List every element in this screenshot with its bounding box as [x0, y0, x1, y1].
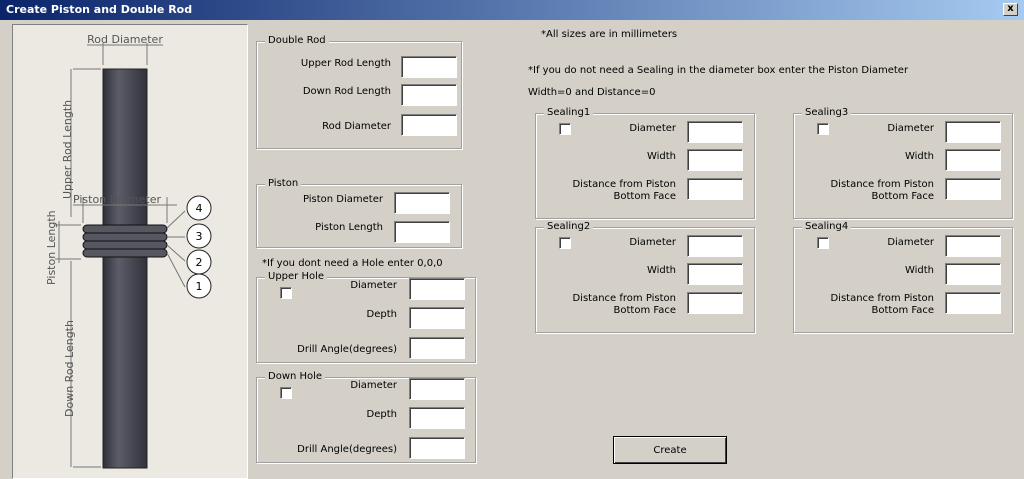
down-hole-drill-angle-label: Drill Angle(degrees)	[297, 444, 397, 455]
sealing3-width-label: Width	[904, 151, 934, 162]
sealing4-diameter-input[interactable]	[945, 235, 1001, 257]
title-bar[interactable]: Create Piston and Double Rod x	[0, 0, 1024, 20]
close-button[interactable]: x	[1003, 3, 1018, 16]
sealing3-width-input[interactable]	[945, 149, 1001, 171]
down-rod-length-label: Down Rod Length	[63, 320, 76, 417]
window-title: Create Piston and Double Rod	[6, 3, 193, 16]
rod-diameter-label: Rod Diameter	[87, 33, 163, 46]
piston-diameter-input[interactable]	[394, 192, 450, 214]
upper-hole-checkbox[interactable]	[280, 287, 292, 299]
rod-shape	[102, 68, 148, 469]
double-rod-group: Double Rod Upper Rod Length Down Rod Len…	[256, 35, 462, 149]
piston-length-input[interactable]	[394, 221, 450, 243]
sealing4-checkbox[interactable]	[817, 237, 829, 249]
down-hole-depth-input[interactable]	[409, 407, 465, 429]
callout-1: 1	[196, 280, 203, 293]
upper-hole-diameter-input[interactable]	[409, 278, 465, 300]
callout-4: 4	[196, 202, 203, 215]
sealing3-checkbox[interactable]	[817, 123, 829, 135]
sealing2-diameter-label: Diameter	[629, 237, 676, 248]
sealing1-diameter-input[interactable]	[687, 121, 743, 143]
create-button[interactable]: Create	[613, 436, 727, 464]
sealing1-group-title: Sealing1	[544, 107, 594, 118]
sealing1-diameter-label: Diameter	[629, 123, 676, 134]
piston-diameter-label: Piston Diameter	[73, 193, 162, 206]
rod-diameter-label: Rod Diameter	[322, 121, 391, 132]
piston-rings	[82, 224, 168, 258]
upper-rod-length-label: Upper Rod Length	[300, 58, 391, 69]
callout-3: 3	[196, 230, 203, 243]
down-rod-length-label: Down Rod Length	[302, 86, 391, 97]
sealing2-distance-label-2: Bottom Face	[613, 305, 676, 316]
sealing4-distance-input[interactable]	[945, 292, 1001, 314]
sealing4-distance-label: Distance from Piston	[830, 293, 934, 304]
sealing2-group-title: Sealing2	[544, 221, 594, 232]
piston-diameter-label: Piston Diameter	[302, 194, 383, 205]
down-hole-depth-label: Depth	[366, 409, 397, 420]
sealing2-distance-input[interactable]	[687, 292, 743, 314]
sealing1-group: Sealing1 Diameter Width Distance from Pi…	[535, 107, 755, 219]
sealing4-width-input[interactable]	[945, 263, 1001, 285]
down-hole-diameter-label: Diameter	[350, 380, 397, 391]
upper-hole-group: Upper Hole Diameter Depth Drill Angle(de…	[256, 271, 476, 363]
dialog-window: Create Piston and Double Rod x 4 3 2 1 R…	[0, 0, 1024, 479]
sealing1-distance-label-2: Bottom Face	[613, 191, 676, 202]
note-hole: *If you dont need a Hole enter 0,0,0	[262, 258, 443, 269]
upper-hole-depth-label: Depth	[366, 309, 397, 320]
sealing3-diameter-input[interactable]	[945, 121, 1001, 143]
piston-drawing-frame: 4 3 2 1 Rod Diameter Upper Rod Length Pi…	[12, 24, 248, 479]
down-hole-drill-angle-input[interactable]	[409, 437, 465, 459]
sealing4-group-title: Sealing4	[802, 221, 852, 232]
upper-hole-depth-input[interactable]	[409, 307, 465, 329]
rod-diameter-input[interactable]	[401, 114, 457, 136]
sealing3-diameter-label: Diameter	[887, 123, 934, 134]
note-millimeters: *All sizes are in millimeters	[541, 29, 678, 40]
piston-group: Piston Piston Diameter Piston Length	[256, 178, 462, 248]
down-hole-diameter-input[interactable]	[409, 378, 465, 400]
upper-rod-length-input[interactable]	[401, 56, 457, 78]
double-rod-group-title: Double Rod	[265, 35, 329, 46]
down-hole-group: Down Hole Diameter Depth Drill Angle(deg…	[256, 371, 476, 463]
piston-length-label: Piston Length	[45, 210, 58, 285]
piston-length-label: Piston Length	[315, 222, 383, 233]
sealing2-width-input[interactable]	[687, 263, 743, 285]
sealing3-group-title: Sealing3	[802, 107, 852, 118]
sealing1-width-label: Width	[646, 151, 676, 162]
sealing3-distance-label-2: Bottom Face	[871, 191, 934, 202]
upper-hole-drill-angle-input[interactable]	[409, 337, 465, 359]
sealing2-checkbox[interactable]	[559, 237, 571, 249]
sealing2-group: Sealing2 Diameter Width Distance from Pi…	[535, 221, 755, 333]
sealing3-distance-input[interactable]	[945, 178, 1001, 200]
note-sealing: *If you do not need a Sealing in the dia…	[528, 65, 909, 76]
down-hole-checkbox[interactable]	[280, 387, 292, 399]
sealing1-checkbox[interactable]	[559, 123, 571, 135]
piston-rod-diagram: 4 3 2 1 Rod Diameter Upper Rod Length Pi…	[45, 33, 212, 469]
down-hole-group-title: Down Hole	[265, 371, 326, 382]
sealing4-group: Sealing4 Diameter Width Distance from Pi…	[793, 221, 1013, 333]
sealing4-distance-label-2: Bottom Face	[871, 305, 934, 316]
piston-group-title: Piston	[265, 178, 302, 189]
sealing3-distance-label: Distance from Piston	[830, 179, 934, 190]
sealing4-width-label: Width	[904, 265, 934, 276]
note-sealing-zero: Width=0 and Distance=0	[528, 87, 656, 98]
sealing1-width-input[interactable]	[687, 149, 743, 171]
sealing3-group: Sealing3 Diameter Width Distance from Pi…	[793, 107, 1013, 219]
upper-rod-length-label: Upper Rod Length	[61, 100, 74, 199]
upper-hole-group-title: Upper Hole	[265, 271, 328, 282]
upper-hole-diameter-label: Diameter	[350, 280, 397, 291]
sealing1-distance-label: Distance from Piston	[572, 179, 676, 190]
upper-hole-drill-angle-label: Drill Angle(degrees)	[297, 344, 397, 355]
sealing2-diameter-input[interactable]	[687, 235, 743, 257]
callout-2: 2	[196, 256, 203, 269]
sealing2-width-label: Width	[646, 265, 676, 276]
sealing1-distance-input[interactable]	[687, 178, 743, 200]
sealing4-diameter-label: Diameter	[887, 237, 934, 248]
sealing2-distance-label: Distance from Piston	[572, 293, 676, 304]
down-rod-length-input[interactable]	[401, 84, 457, 106]
